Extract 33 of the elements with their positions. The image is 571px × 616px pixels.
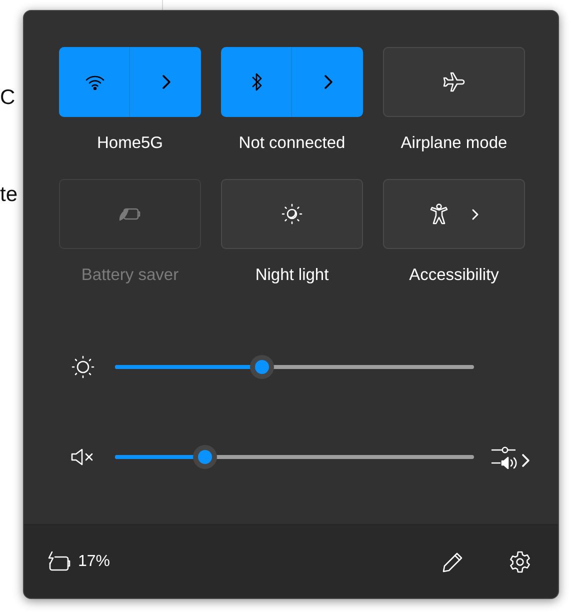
bluetooth-toggle[interactable] [221,47,292,117]
brightness-slider[interactable] [115,356,474,378]
tile-label: Battery saver [81,266,179,285]
night-light-toggle[interactable] [221,179,363,249]
sun-moon-icon [281,203,303,225]
expand-button[interactable] [130,47,201,117]
airplane-icon [442,71,466,93]
bluetooth-icon [250,72,262,92]
wifi-toggle[interactable] [59,47,130,117]
slider-thumb[interactable] [192,445,217,469]
settings-button[interactable] [508,550,532,574]
tile-label: Not connected [238,134,346,153]
wifi-icon [84,74,104,90]
battery-charging-icon [46,550,72,572]
chevron-icon [471,208,479,220]
airplane-mode-toggle[interactable] [383,47,525,117]
slider-thumb[interactable] [250,355,274,379]
brightness-icon [71,355,95,379]
edit-button[interactable] [442,550,464,572]
chevron-icon [322,74,332,90]
tile-label: Accessibility [409,266,499,285]
person-icon [429,203,449,225]
audio-output-button[interactable] [490,445,532,469]
accessibility-button[interactable] [383,179,525,249]
battery-percentage: 17% [78,552,110,570]
page-text: te [0,183,18,207]
tile-label: Home5G [96,134,164,153]
tile-label: Night light [255,266,329,285]
expand-button[interactable] [292,47,363,117]
volume-slider[interactable] [115,446,474,468]
page-text: C [0,86,16,110]
tile-label: Airplane mode [400,134,508,153]
chevron-icon [160,74,170,90]
